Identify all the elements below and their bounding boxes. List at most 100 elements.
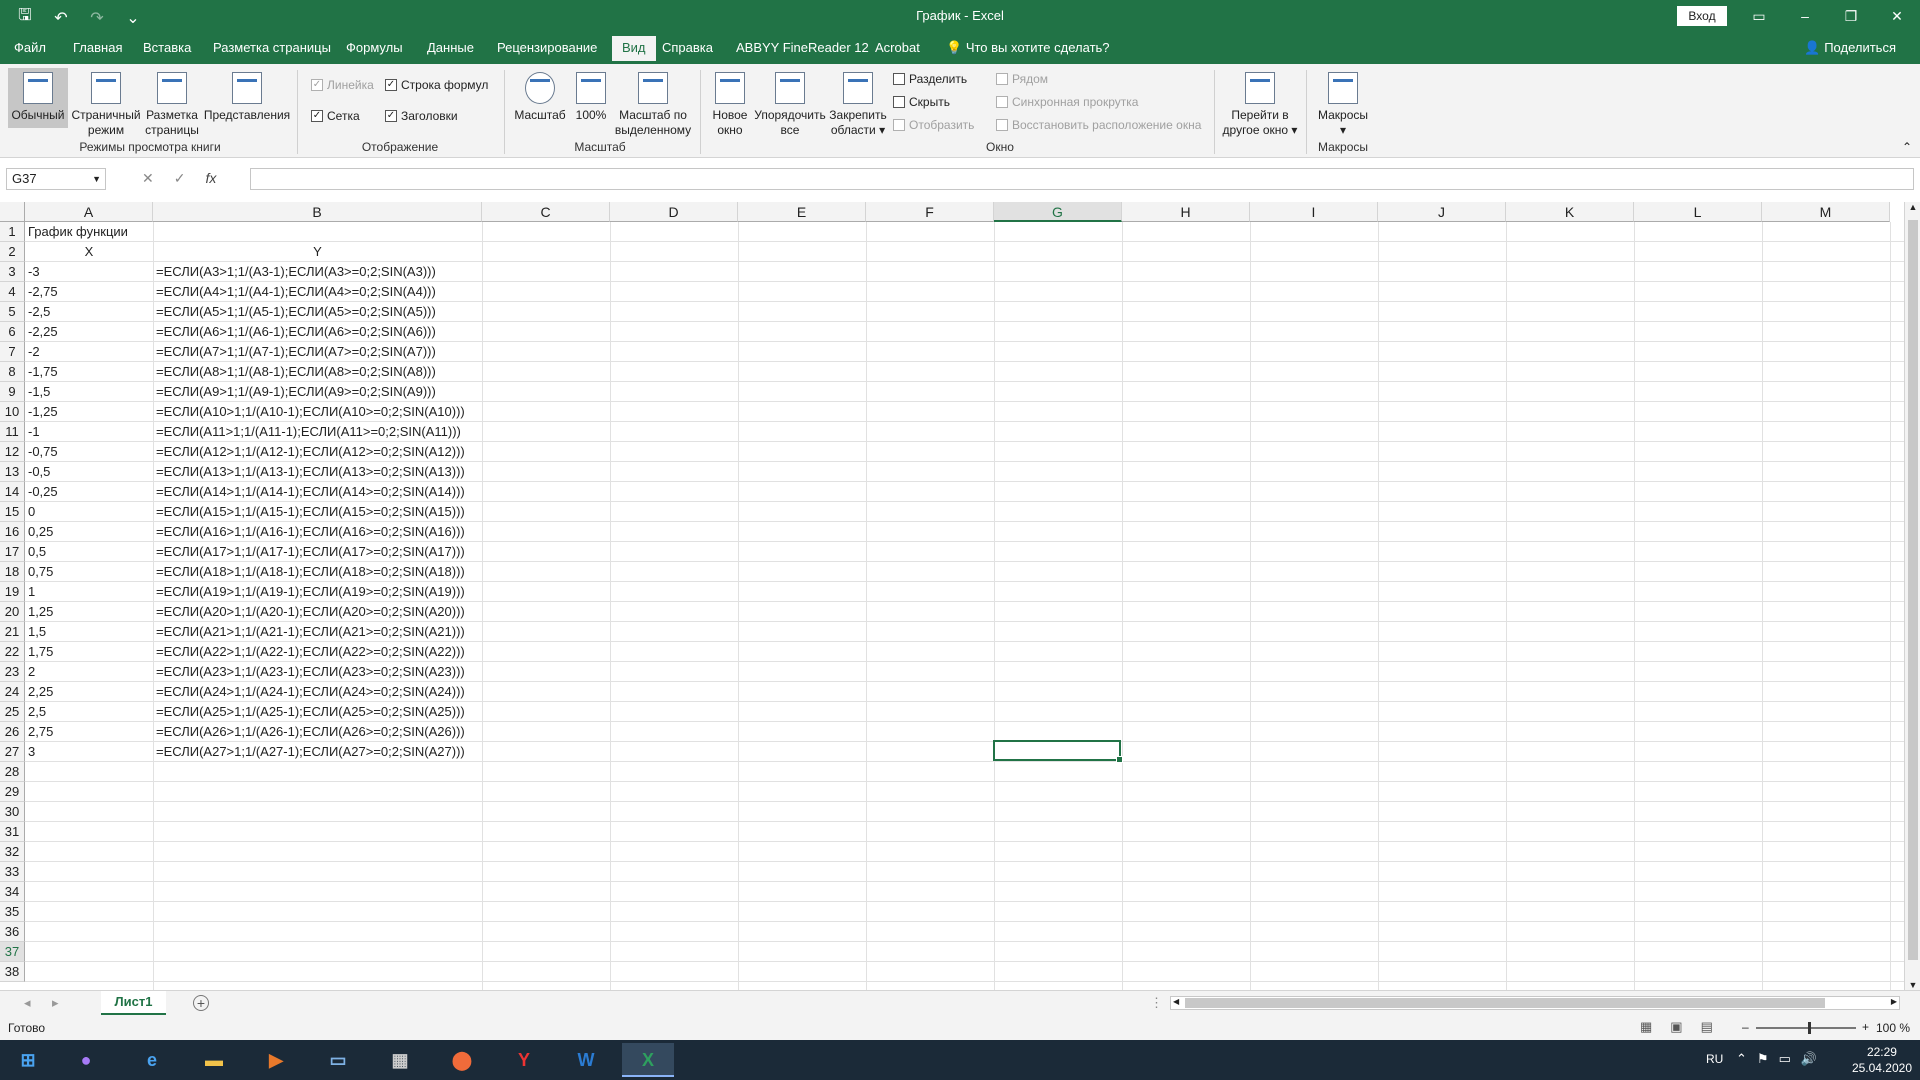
cell-a[interactable]: -1,5	[25, 382, 153, 402]
clock[interactable]: 22:29 25.04.2020	[1852, 1044, 1912, 1076]
row-header[interactable]: 31	[0, 822, 25, 842]
close-icon[interactable]: ✕	[1874, 0, 1920, 32]
tab-page-layout[interactable]: Разметка страницы	[213, 40, 331, 55]
signin-button[interactable]: Вход	[1677, 6, 1727, 26]
cell-b[interactable]: =ЕСЛИ(A26>1;1/(A26-1);ЕСЛИ(A26>=0;2;SIN(…	[153, 722, 482, 742]
cell-b[interactable]	[153, 962, 482, 982]
name-box[interactable]: G37 ▼	[6, 168, 106, 190]
cell-a[interactable]: -3	[25, 262, 153, 282]
cell-b[interactable]	[153, 862, 482, 882]
spreadsheet-grid[interactable]: A B C D E F G H I J K L M 1 График функци…	[0, 202, 1904, 990]
row-header[interactable]: 7	[0, 342, 25, 362]
cell-a[interactable]	[25, 762, 153, 782]
cell-a[interactable]	[25, 862, 153, 882]
column-header[interactable]: H	[1122, 202, 1250, 222]
tell-me-search[interactable]: 💡 Что вы хотите сделать?	[946, 40, 1110, 56]
active-cell-g37[interactable]	[993, 740, 1123, 763]
zoom-level[interactable]: 100 %	[1876, 1021, 1910, 1035]
row-header[interactable]: 13	[0, 462, 25, 482]
cell-a[interactable]: 0,5	[25, 542, 153, 562]
column-header[interactable]: J	[1378, 202, 1506, 222]
alice-icon[interactable]: ●	[60, 1043, 112, 1077]
row-header[interactable]: 8	[0, 362, 25, 382]
macros-button[interactable]: Макросы ▾	[1312, 68, 1374, 138]
cell-a[interactable]: -0,25	[25, 482, 153, 502]
cell-b[interactable]	[153, 882, 482, 902]
headings-checkbox[interactable]: ✓ Заголовки	[385, 109, 458, 123]
vertical-scrollbar[interactable]: ▲ ▼	[1904, 202, 1920, 990]
row-header[interactable]: 3	[0, 262, 25, 282]
cell-a[interactable]: -1,75	[25, 362, 153, 382]
cell-a[interactable]: 1,5	[25, 622, 153, 642]
cell-a[interactable]: 0,25	[25, 522, 153, 542]
row-header[interactable]: 21	[0, 622, 25, 642]
row-header[interactable]: 38	[0, 962, 25, 982]
cell-a[interactable]: -2,25	[25, 322, 153, 342]
prev-sheet-icon[interactable]: ◂	[24, 995, 31, 1011]
cell-b[interactable]: =ЕСЛИ(A27>1;1/(A27-1);ЕСЛИ(A27>=0;2;SIN(…	[153, 742, 482, 762]
cell-b[interactable]: =ЕСЛИ(A11>1;1/(A11-1);ЕСЛИ(A11>=0;2;SIN(…	[153, 422, 482, 442]
row-header[interactable]: 25	[0, 702, 25, 722]
custom-views-button[interactable]: Представления	[202, 68, 292, 123]
sheet-tab-list1[interactable]: Лист1	[101, 991, 166, 1015]
side-by-side-button[interactable]: Рядом	[996, 72, 1048, 86]
zoom-to-selection-button[interactable]: Масштаб по выделенному	[614, 68, 692, 138]
cell-b[interactable]: =ЕСЛИ(A4>1;1/(A4-1);ЕСЛИ(A4>=0;2;SIN(A4)…	[153, 282, 482, 302]
zoom-out-icon[interactable]: –	[1742, 1020, 1749, 1034]
page-layout-button[interactable]: Разметка страницы	[144, 68, 200, 138]
cell-a[interactable]: -0,5	[25, 462, 153, 482]
column-header[interactable]: I	[1250, 202, 1378, 222]
cell-a[interactable]: -1	[25, 422, 153, 442]
row-header[interactable]: 12	[0, 442, 25, 462]
cell-b[interactable]	[153, 922, 482, 942]
tab-review[interactable]: Рецензирование	[497, 40, 597, 55]
cell-a[interactable]: -1,25	[25, 402, 153, 422]
cell-a[interactable]	[25, 882, 153, 902]
row-header[interactable]: 16	[0, 522, 25, 542]
switch-windows-button[interactable]: Перейти в другое окно ▾	[1218, 68, 1302, 138]
yandex-browser-icon[interactable]: Y	[498, 1043, 550, 1077]
cell-b[interactable]: =ЕСЛИ(A16>1;1/(A16-1);ЕСЛИ(A16>=0;2;SIN(…	[153, 522, 482, 542]
zoom-100-button[interactable]: 100%	[570, 68, 612, 123]
zoom-slider-handle[interactable]	[1808, 1022, 1811, 1034]
sync-scroll-button[interactable]: Синхронная прокрутка	[996, 95, 1138, 109]
row-header[interactable]: 36	[0, 922, 25, 942]
chevron-down-icon[interactable]: ▼	[92, 169, 101, 189]
row-header[interactable]: 2	[0, 242, 25, 262]
file-explorer-icon[interactable]: ▬	[188, 1043, 240, 1077]
row-header[interactable]: 18	[0, 562, 25, 582]
cell-a[interactable]: 2,5	[25, 702, 153, 722]
cell-a[interactable]: 3	[25, 742, 153, 762]
language-indicator[interactable]: RU	[1706, 1052, 1723, 1066]
network-computer-icon[interactable]: ▭	[312, 1043, 364, 1077]
cell-b[interactable]: =ЕСЛИ(A10>1;1/(A10-1);ЕСЛИ(A10>=0;2;SIN(…	[153, 402, 482, 422]
row-header[interactable]: 20	[0, 602, 25, 622]
unhide-button[interactable]: Отобразить	[893, 118, 974, 132]
network-icon[interactable]: ▭	[1779, 1051, 1791, 1067]
cell-b[interactable]: =ЕСЛИ(A25>1;1/(A25-1);ЕСЛИ(A25>=0;2;SIN(…	[153, 702, 482, 722]
cell-a[interactable]: 2,75	[25, 722, 153, 742]
column-header[interactable]: G	[994, 202, 1122, 222]
gridlines-checkbox[interactable]: ✓ Сетка	[311, 109, 360, 123]
split-button[interactable]: Разделить	[893, 72, 967, 86]
cell-b[interactable]	[153, 222, 482, 242]
cell-a[interactable]: X	[25, 242, 153, 262]
tab-abbyy[interactable]: ABBYY FineReader 12	[736, 40, 869, 55]
row-header[interactable]: 4	[0, 282, 25, 302]
minimize-icon[interactable]: –	[1782, 0, 1828, 32]
cell-b[interactable]: =ЕСЛИ(A5>1;1/(A5-1);ЕСЛИ(A5>=0;2;SIN(A5)…	[153, 302, 482, 322]
column-header[interactable]: E	[738, 202, 866, 222]
collapse-ribbon-icon[interactable]: ⌃	[1902, 140, 1912, 154]
cell-a[interactable]	[25, 782, 153, 802]
cell-b[interactable]	[153, 782, 482, 802]
cell-b[interactable]	[153, 842, 482, 862]
cell-a[interactable]: -2	[25, 342, 153, 362]
tab-insert[interactable]: Вставка	[143, 40, 191, 55]
cell-b[interactable]	[153, 942, 482, 962]
tab-formulas[interactable]: Формулы	[346, 40, 403, 55]
scroll-left-icon[interactable]: ◀	[1173, 997, 1179, 1006]
cell-b[interactable]: =ЕСЛИ(A14>1;1/(A14-1);ЕСЛИ(A14>=0;2;SIN(…	[153, 482, 482, 502]
tab-data[interactable]: Данные	[427, 40, 474, 55]
tab-help[interactable]: Справка	[662, 40, 713, 55]
cancel-icon[interactable]: ✕	[142, 170, 154, 187]
